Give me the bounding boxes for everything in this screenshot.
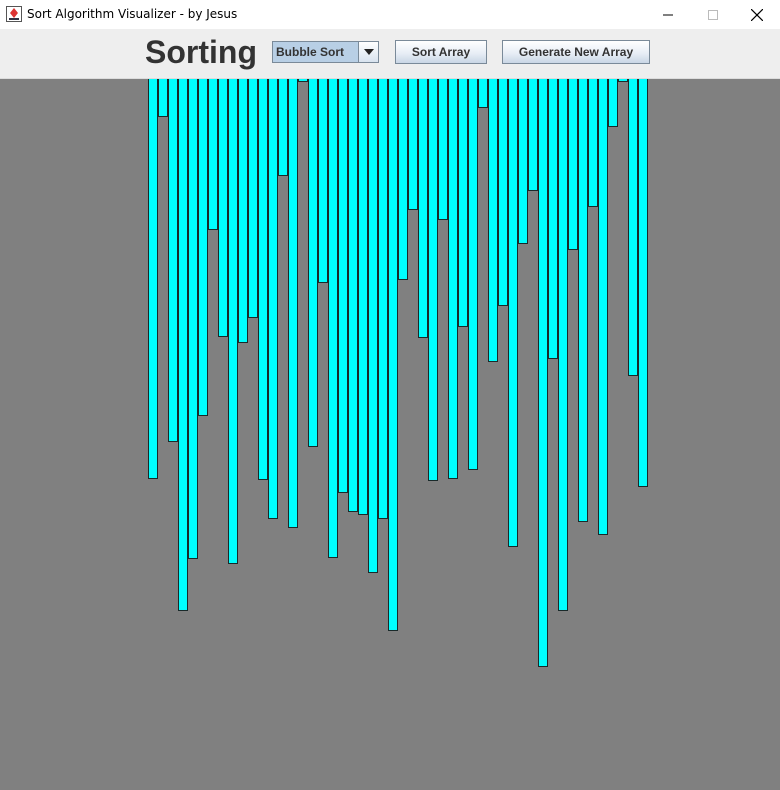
array-bar	[248, 79, 258, 318]
sort-array-button[interactable]: Sort Array	[395, 40, 487, 64]
array-bar	[588, 79, 598, 207]
title-bar: Sort Algorithm Visualizer - by Jesus	[0, 0, 780, 29]
array-bar	[308, 79, 318, 447]
array-bar	[338, 79, 348, 493]
array-bar	[368, 79, 378, 573]
array-bar	[518, 79, 528, 244]
array-bar	[388, 79, 398, 631]
array-bar	[328, 79, 338, 558]
close-button[interactable]	[734, 0, 780, 29]
array-bar	[398, 79, 408, 280]
array-bar	[268, 79, 278, 519]
array-bar	[438, 79, 448, 220]
array-bar	[378, 79, 388, 519]
array-bar	[188, 79, 198, 559]
algorithm-select-value: Bubble Sort	[276, 45, 344, 59]
array-bar	[178, 79, 188, 611]
window-title: Sort Algorithm Visualizer - by Jesus	[27, 7, 238, 21]
array-bar	[358, 79, 368, 515]
array-bar	[208, 79, 218, 230]
array-bar	[348, 79, 358, 512]
close-icon	[751, 8, 763, 21]
array-bar	[298, 79, 308, 82]
array-bar	[198, 79, 208, 416]
array-bar	[168, 79, 178, 442]
array-bar	[278, 79, 288, 176]
array-bar	[228, 79, 238, 564]
array-bar	[448, 79, 458, 479]
array-bar	[628, 79, 638, 376]
array-bar	[618, 79, 628, 82]
array-bar	[488, 79, 498, 362]
page-heading: Sorting	[145, 34, 257, 70]
array-bar	[258, 79, 268, 480]
array-bar	[568, 79, 578, 250]
array-bar	[638, 79, 648, 487]
minimize-icon	[663, 14, 673, 15]
array-bar	[148, 79, 158, 479]
array-bar	[548, 79, 558, 359]
maximize-button[interactable]	[690, 0, 736, 29]
array-bar	[458, 79, 468, 327]
maximize-icon	[708, 9, 718, 20]
algorithm-select[interactable]: Bubble Sort	[272, 41, 379, 63]
array-bar	[478, 79, 488, 108]
minimize-button[interactable]	[645, 0, 691, 29]
array-bar	[578, 79, 588, 522]
array-bar	[418, 79, 428, 338]
array-bar	[468, 79, 478, 470]
array-bar	[538, 79, 548, 667]
array-bar	[508, 79, 518, 547]
toolbar	[0, 29, 780, 79]
array-bar	[318, 79, 328, 283]
array-bar	[238, 79, 248, 343]
array-bar	[408, 79, 418, 210]
array-bar	[428, 79, 438, 481]
array-bar	[498, 79, 508, 306]
array-bar	[528, 79, 538, 191]
array-bar	[158, 79, 168, 117]
visualization-canvas	[0, 79, 780, 790]
java-app-icon	[6, 6, 22, 22]
array-bar	[608, 79, 618, 127]
array-bar	[598, 79, 608, 535]
array-bar	[558, 79, 568, 611]
array-bar	[288, 79, 298, 528]
dropdown-arrow-button[interactable]	[358, 42, 378, 62]
array-bar	[218, 79, 228, 337]
chevron-down-icon	[363, 49, 374, 55]
generate-new-array-button[interactable]: Generate New Array	[502, 40, 650, 64]
